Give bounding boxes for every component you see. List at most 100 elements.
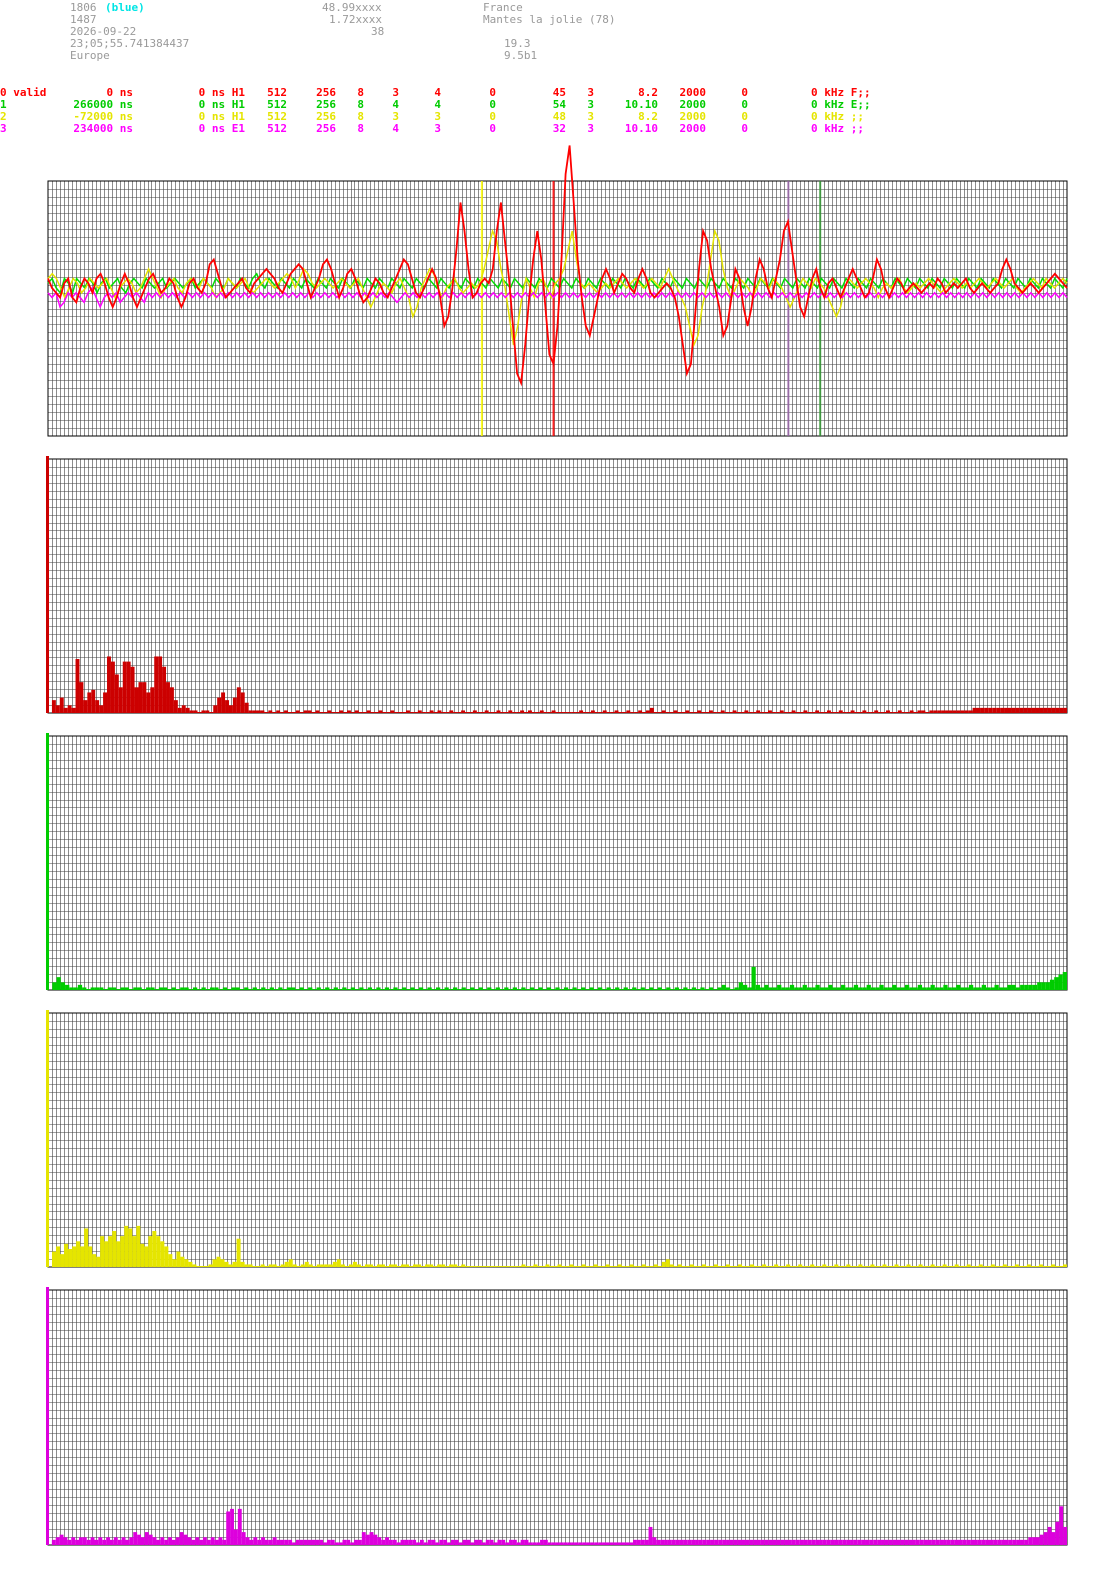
spectrum-bar [51, 1539, 56, 1545]
spectrum-bar [524, 712, 528, 713]
spectrum-bar [541, 1266, 546, 1267]
spectrum-bar [288, 1539, 293, 1545]
spectrum-bar [846, 1264, 851, 1267]
spectrum-bar [449, 710, 454, 713]
spectrum-bar [468, 712, 473, 713]
spectrum-bar [133, 987, 138, 990]
spectrum-bar [1047, 1526, 1052, 1545]
spectrum-bar [787, 712, 792, 713]
spectrum-bar [633, 1539, 637, 1545]
spectrum-bar [394, 712, 399, 713]
spectrum-bar [423, 989, 428, 990]
spectrum-bar [555, 712, 560, 713]
spectrum-bar [516, 1542, 521, 1545]
spectrum-bar [1004, 707, 1008, 713]
spectrum-bar [288, 712, 292, 713]
spectrum-bar [508, 710, 513, 713]
spectrum-bar [439, 1539, 444, 1545]
spectrum-bar [842, 712, 847, 713]
spectrum-bar [1046, 1266, 1051, 1267]
spectrum-bar [295, 989, 300, 990]
spectrum-bar [144, 1246, 149, 1267]
spectrum-bar [706, 1539, 711, 1545]
spectrum-bar [892, 1539, 897, 1545]
spectrum-bar [244, 1264, 249, 1267]
spectrum-bar [128, 1228, 133, 1267]
spectrum-bar [1000, 707, 1005, 713]
spectrum-bar [974, 1539, 978, 1545]
spectrum-bar [815, 1539, 820, 1545]
spectrum-bar [617, 1264, 622, 1267]
spectrum-bar [661, 710, 666, 713]
spectrum-bar [291, 712, 296, 713]
spectrum-bar [665, 1259, 670, 1267]
spectrum-bar [806, 1266, 811, 1267]
spectrum-bar [865, 1539, 870, 1545]
spectrum-bar [854, 712, 859, 713]
spectrum-bar [900, 987, 905, 990]
spectrum-bar [571, 712, 576, 713]
spectrum-bar [539, 710, 544, 713]
spectrum-bar [888, 1539, 893, 1545]
spectrum-bar [253, 1537, 258, 1545]
spectrum-bar [75, 659, 80, 713]
spectrum-bar [1030, 1266, 1035, 1267]
spectrum-bar [386, 712, 391, 713]
spectrum-bar [572, 987, 577, 990]
spectrum-bar [389, 989, 394, 990]
spectrum-bar [771, 712, 776, 713]
spectrum-bar [886, 710, 890, 713]
spectrum-bar [1054, 977, 1059, 990]
spectrum-bar [978, 1264, 983, 1267]
spectrum-bar [964, 987, 969, 990]
spectrum-bar [709, 1266, 714, 1267]
spectrum-bar [677, 1264, 682, 1267]
spectrum-bar [937, 710, 942, 713]
spectrum-bar [733, 1539, 738, 1545]
spectrum-bar [90, 987, 95, 990]
spectrum-bar [632, 987, 637, 990]
spectrum-bar [244, 987, 249, 990]
spectrum-bar [594, 1542, 599, 1545]
spectrum-bar [192, 1264, 197, 1267]
spectrum-bar [861, 1539, 866, 1545]
spectrum-bar [849, 987, 854, 990]
spectrum-bar [276, 1266, 281, 1267]
spectrum-bar [90, 1537, 95, 1545]
spectrum-bar [111, 987, 117, 990]
spectrum-bar [713, 989, 718, 990]
spectrum-bar [638, 710, 643, 713]
spectrum-bar [790, 1266, 795, 1267]
spectrum-bar [354, 1539, 358, 1545]
spectrum-bar [622, 712, 627, 713]
spectrum-bar [717, 987, 722, 990]
spectrum-bar [500, 712, 505, 713]
spectrum-bar [802, 984, 807, 990]
spectrum-bar [384, 1266, 389, 1267]
spectrum-bar [278, 987, 283, 990]
spectrum-bar [652, 1537, 657, 1545]
spectrum-bar [609, 1266, 614, 1267]
spectrum-bar [968, 984, 974, 990]
spectrum-bar [389, 1264, 394, 1267]
spectrum-bar [546, 987, 552, 990]
spectrum-bar [675, 1539, 680, 1545]
spectrum-bar [82, 987, 87, 990]
spectrum-bar [261, 1537, 265, 1545]
spectrum-bar [533, 1264, 538, 1267]
spectrum-bar [425, 1264, 430, 1267]
spectrum-bar [421, 1266, 426, 1267]
spectrum-bar [636, 989, 641, 990]
spectrum-bar [272, 712, 277, 713]
spectrum-bar [578, 1542, 583, 1545]
spectrum-bar [618, 712, 623, 713]
spectrum-bar [574, 1542, 579, 1545]
spectrum-bar [416, 1542, 420, 1545]
spectrum-bar [762, 1264, 767, 1267]
spectrum-bar [248, 710, 253, 713]
spectrum-bar [702, 1539, 707, 1545]
spectrum-bar [453, 1264, 458, 1267]
spectrum-bar [160, 1537, 165, 1545]
spectrum-bar [830, 1266, 835, 1267]
spectrum-bar [705, 1266, 710, 1267]
